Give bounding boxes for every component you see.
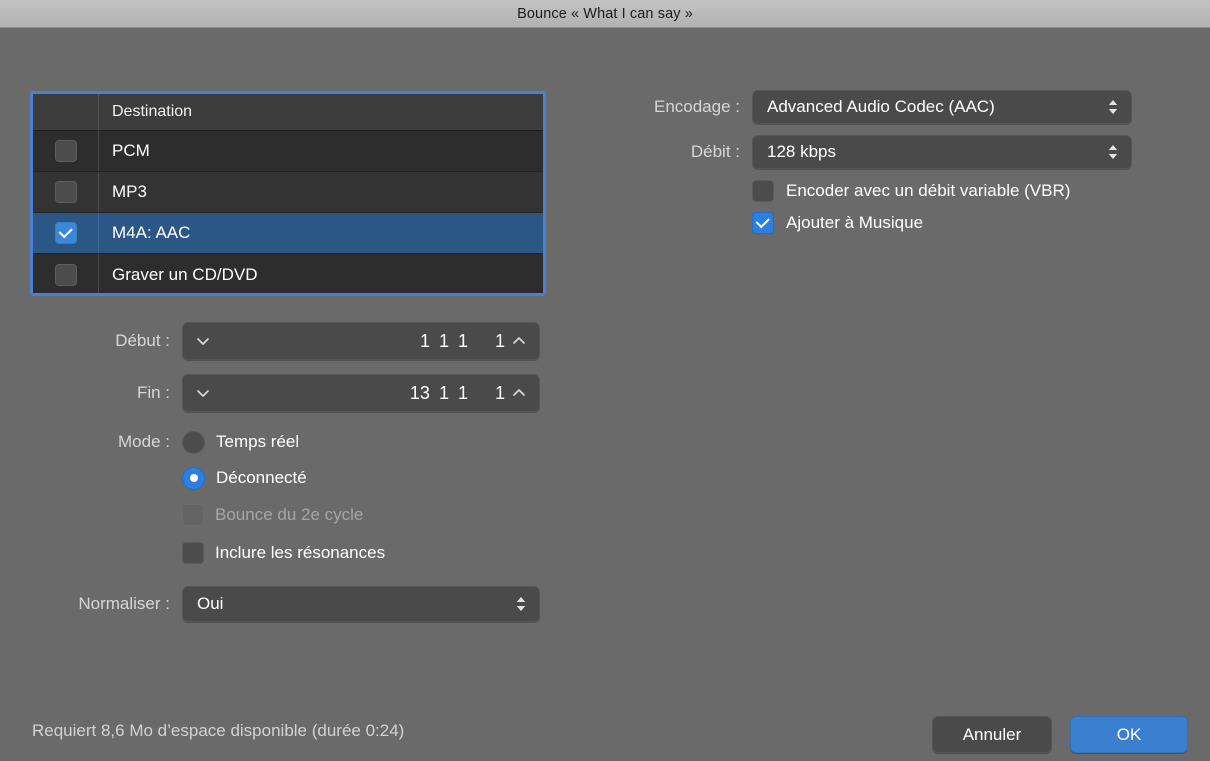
debut-beat: 1: [438, 330, 449, 351]
bounce-dialog: Bounce « What I can say » Destination PC…: [0, 0, 1210, 761]
fin-row: Fin : 13 1 1 1: [0, 374, 600, 412]
debit-dropdown[interactable]: 128 kbps: [752, 135, 1132, 169]
encodage-label: Encodage :: [653, 97, 740, 116]
radio-selected-icon[interactable]: [182, 466, 205, 490]
chevron-up-down-icon: [1105, 141, 1121, 163]
fin-position-field[interactable]: 13 1 1 1: [182, 374, 540, 412]
debut-label: Début :: [115, 331, 170, 350]
mode-realtime-label: Temps réel: [216, 432, 300, 451]
checkbox-checked-icon[interactable]: [54, 222, 77, 244]
normalize-label: Normaliser :: [78, 594, 170, 613]
row-label: M4A: AAC: [112, 223, 191, 242]
table-row[interactable]: M4A: AAC: [33, 213, 543, 254]
fin-tick: 1: [494, 382, 505, 403]
header-destination-label: Destination: [112, 103, 193, 120]
mode-label-spacer: [0, 468, 182, 488]
include-tails-label: Inclure les résonances: [215, 543, 386, 562]
destination-table-header: Destination: [33, 94, 543, 131]
fin-bar: 13: [409, 382, 430, 403]
encodage-value: Advanced Audio Codec (AAC): [767, 97, 995, 116]
chevron-up-icon[interactable]: [511, 333, 527, 349]
mode-label-spacer: [0, 543, 182, 563]
debut-position-field[interactable]: 1 1 1 1: [182, 322, 540, 360]
encodage-row: Encodage : Advanced Audio Codec (AAC): [600, 90, 1190, 124]
chevron-up-icon[interactable]: [511, 385, 527, 401]
debit-value: 128 kbps: [767, 142, 836, 161]
checkbox-icon[interactable]: [54, 181, 77, 203]
fin-values[interactable]: 13 1 1 1: [211, 383, 511, 404]
normalize-row: Normaliser : Oui: [0, 586, 540, 622]
debut-tick: 1: [494, 330, 505, 351]
row-checkbox-cell[interactable]: [33, 213, 99, 253]
table-row[interactable]: PCM: [33, 131, 543, 172]
vbr-row[interactable]: Encoder avec un débit variable (VBR): [752, 180, 1190, 202]
second-cycle-checkbox-icon: [182, 504, 204, 526]
debut-values[interactable]: 1 1 1 1: [211, 331, 511, 352]
chevron-down-icon[interactable]: [195, 333, 211, 349]
ok-button[interactable]: OK: [1070, 716, 1188, 753]
mode-realtime-line: Mode : Temps réel: [0, 424, 600, 460]
chevron-up-down-icon: [513, 593, 529, 615]
title-bar: Bounce « What I can say »: [0, 0, 1210, 28]
encodage-dropdown[interactable]: Advanced Audio Codec (AAC): [752, 90, 1132, 124]
chevron-up-down-icon: [1105, 96, 1121, 118]
mode-realtime-option[interactable]: Temps réel: [182, 430, 300, 454]
radio-icon[interactable]: [182, 430, 205, 454]
mode-label: Mode :: [118, 432, 170, 451]
debut-row: Début : 1 1 1 1: [0, 322, 600, 360]
checkbox-icon[interactable]: [54, 263, 77, 286]
add-to-music-label: Ajouter à Musique: [786, 213, 924, 232]
normalize-dropdown[interactable]: Oui: [182, 586, 540, 622]
fin-division: 1: [457, 382, 468, 403]
chevron-down-icon[interactable]: [195, 385, 211, 401]
mode-offline-line: Déconnecté: [0, 460, 600, 496]
mode-offline-option[interactable]: Déconnecté: [182, 466, 307, 490]
include-tails-checkbox-icon[interactable]: [182, 542, 204, 564]
cancel-button[interactable]: Annuler: [932, 716, 1052, 753]
position-panel: Début : 1 1 1 1 Fin: 13 1 1 1: [0, 322, 600, 426]
mode-panel: Mode : Temps réel Déconnecté Bounce du 2…: [0, 424, 600, 572]
row-label: Graver un CD/DVD: [112, 264, 258, 284]
fin-beat: 1: [438, 382, 449, 403]
dialog-content: Destination PCM MP3 M4A: AAC Graver un C…: [0, 28, 1210, 761]
encoding-panel: Encodage : Advanced Audio Codec (AAC) Dé…: [600, 90, 1190, 244]
vbr-label: Encoder avec un débit variable (VBR): [786, 181, 1071, 200]
table-row[interactable]: Graver un CD/DVD: [33, 254, 543, 293]
add-to-music-row[interactable]: Ajouter à Musique: [752, 212, 1190, 234]
header-checkbox-column: [33, 94, 99, 130]
second-cycle-label: Bounce du 2e cycle: [215, 505, 364, 524]
status-text: Requiert 8,6 Mo d’espace disponible (dur…: [32, 721, 405, 740]
window-title: Bounce « What I can say »: [517, 5, 693, 22]
debit-label: Débit :: [690, 142, 740, 161]
row-checkbox-cell[interactable]: [33, 254, 99, 293]
row-checkbox-cell[interactable]: [33, 172, 99, 212]
dialog-buttons: Annuler OK: [932, 716, 1188, 753]
debit-row: Débit : 128 kbps: [600, 135, 1190, 169]
row-label: MP3: [112, 182, 147, 201]
destination-table[interactable]: Destination PCM MP3 M4A: AAC Graver un C…: [30, 91, 546, 296]
mode-label-spacer: [0, 505, 182, 525]
second-cycle-line: Bounce du 2e cycle: [0, 496, 600, 534]
row-label: PCM: [112, 141, 150, 160]
vbr-checkbox-icon[interactable]: [752, 180, 774, 202]
row-checkbox-cell[interactable]: [33, 131, 99, 171]
debut-division: 1: [457, 330, 468, 351]
include-tails-option[interactable]: Inclure les résonances: [182, 542, 385, 564]
checkbox-icon[interactable]: [54, 140, 77, 162]
tails-line: Inclure les résonances: [0, 534, 600, 572]
mode-offline-label: Déconnecté: [216, 468, 307, 487]
second-cycle-option: Bounce du 2e cycle: [182, 504, 363, 526]
fin-label: Fin :: [136, 383, 170, 402]
add-to-music-checkbox-icon[interactable]: [752, 212, 774, 234]
debut-bar: 1: [419, 330, 430, 351]
table-row[interactable]: MP3: [33, 172, 543, 213]
normalize-value: Oui: [197, 594, 224, 613]
